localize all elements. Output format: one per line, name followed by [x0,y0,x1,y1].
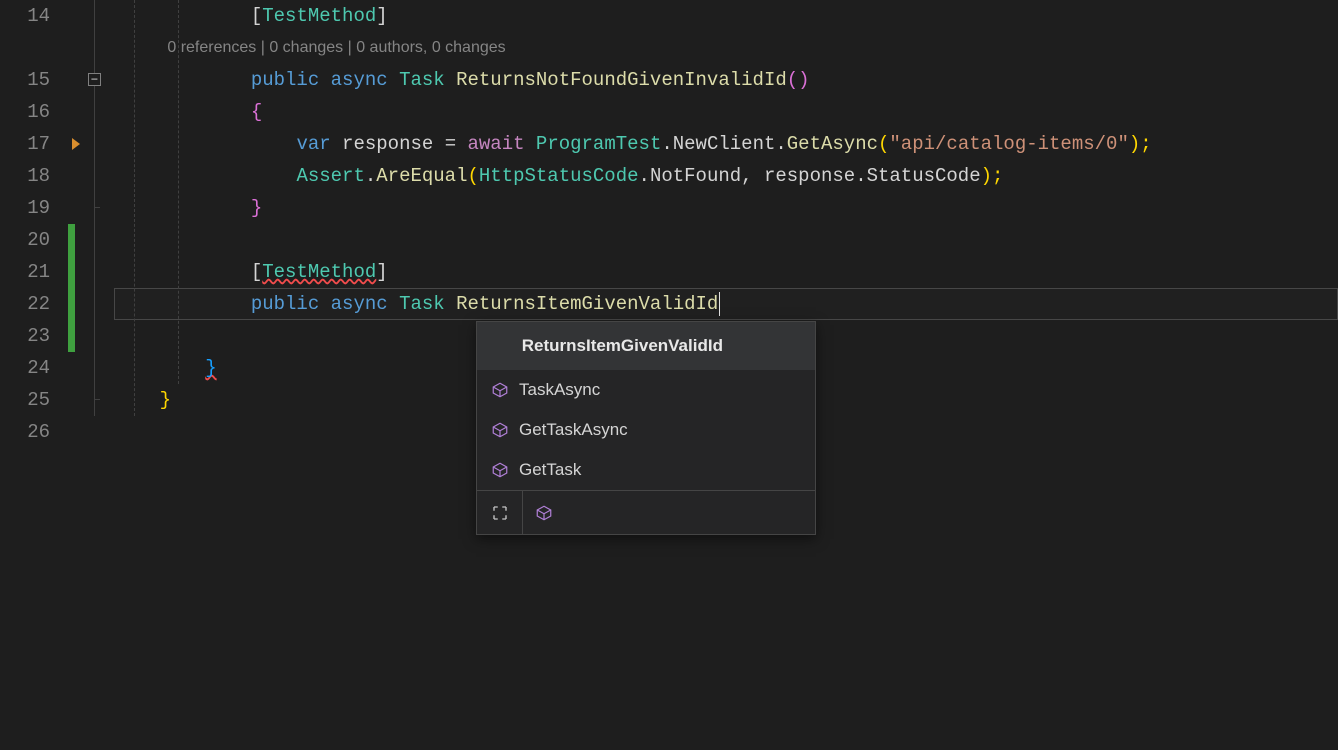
intellisense-expand-button[interactable] [477,491,523,534]
code-line[interactable]: public async Task ReturnsNotFoundGivenIn… [114,64,1338,96]
intellisense-selected[interactable]: ReturnsItemGivenValidId [477,322,815,370]
line-number: 15 [0,64,50,96]
code-line[interactable]: [TestMethod] [114,256,1338,288]
line-number: 14 [0,0,50,32]
line-number-gutter: 14 15 16 17 18 19 20 21 22 23 24 25 26 [0,0,66,750]
line-number: 24 [0,352,50,384]
cube-icon [491,381,509,399]
line-number: 20 [0,224,50,256]
code-area[interactable]: [TestMethod] 0 references | 0 changes | … [114,0,1338,750]
code-line[interactable]: public async Task ReturnsItemGivenValidI… [114,288,1338,320]
code-line[interactable]: var response = await ProgramTest.NewClie… [114,128,1338,160]
intellisense-item[interactable]: TaskAsync [477,370,815,410]
line-number: 23 [0,320,50,352]
debug-pointer-icon [66,128,86,160]
code-line[interactable]: } [114,192,1338,224]
code-line[interactable]: Assert.AreEqual(HttpStatusCode.NotFound,… [114,160,1338,192]
line-number: 19 [0,192,50,224]
cube-icon [491,461,509,479]
code-line[interactable]: { [114,96,1338,128]
text-caret [719,292,720,316]
intellisense-filter-button[interactable] [523,491,815,534]
codelens[interactable]: 0 references | 0 changes | 0 authors, 0 … [114,32,1338,64]
intellisense-item[interactable]: GetTask [477,450,815,490]
intellisense-item[interactable]: GetTaskAsync [477,410,815,450]
line-number: 17 [0,128,50,160]
expand-icon [491,504,509,522]
intellisense-popup[interactable]: ReturnsItemGivenValidId TaskAsync GetTas… [476,321,816,535]
line-number: 25 [0,384,50,416]
cube-icon [535,504,553,522]
line-number: 18 [0,160,50,192]
code-line[interactable] [114,224,1338,256]
line-number: 26 [0,416,50,448]
fold-toggle-icon[interactable] [88,73,101,86]
marker-gutter[interactable] [66,0,86,750]
change-marker [68,224,75,352]
line-number: 16 [0,96,50,128]
code-line[interactable]: [TestMethod] [114,0,1338,32]
line-number: 22 [0,288,50,320]
line-number: 21 [0,256,50,288]
cube-icon [491,421,509,439]
code-editor[interactable]: 14 15 16 17 18 19 20 21 22 23 24 25 26 [0,0,1338,750]
folding-gutter[interactable] [86,0,114,750]
